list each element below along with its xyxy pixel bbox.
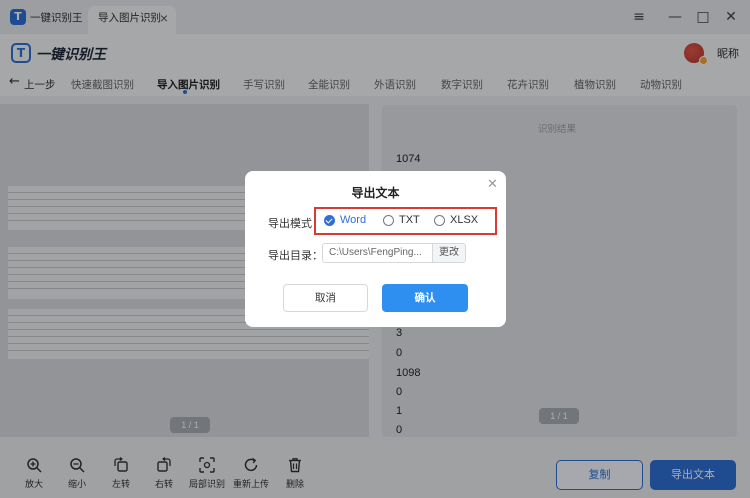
dialog-close-icon[interactable]: ✕ [487,177,498,192]
export-dialog: 导出文本 ✕ 导出模式： Word TXT XLSX 导出目录： C:\User… [245,171,506,327]
cancel-button[interactable]: 取消 [283,284,368,312]
export-dir-label: 导出目录： [268,250,323,262]
dialog-title: 导出文本 [351,186,400,200]
export-dir-input[interactable]: C:\Users\FengPing... [322,243,432,263]
mode-highlight-box [314,207,497,235]
change-dir-button[interactable]: 更改 [432,243,466,263]
confirm-button[interactable]: 确认 [382,284,468,312]
